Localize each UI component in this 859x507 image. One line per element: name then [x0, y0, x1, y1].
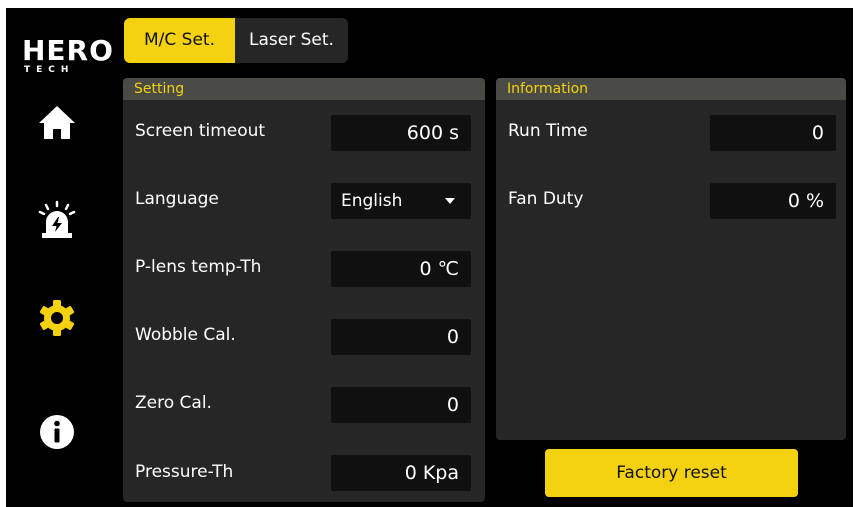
p-lens-temp-label: P-lens temp-Th [135, 257, 262, 277]
language-dropdown[interactable]: English [331, 183, 471, 219]
information-panel-title: Information [496, 78, 846, 100]
wobble-cal-label: Wobble Cal. [135, 325, 236, 345]
tab-laser-set[interactable]: Laser Set. [235, 18, 348, 63]
pressure-th-field[interactable]: 0 Kpa [331, 455, 471, 491]
screen-timeout-field[interactable]: 600 s [331, 115, 471, 151]
screen-timeout-label: Screen timeout [135, 121, 266, 141]
run-time-value: 0 [710, 115, 836, 151]
p-lens-temp-field[interactable]: 0 ℃ [331, 251, 471, 287]
fan-duty-value: 0 % [710, 183, 836, 219]
language-selected-value: English [341, 191, 403, 211]
alarm-icon[interactable] [37, 200, 77, 240]
factory-reset-button[interactable]: Factory reset [545, 449, 798, 497]
tab-mc-set[interactable]: M/C Set. [124, 18, 235, 63]
pressure-th-label: Pressure-Th [135, 462, 234, 482]
wobble-cal-field[interactable]: 0 [331, 319, 471, 355]
setting-panel-title: Setting [123, 78, 485, 100]
information-panel: Information Run Time 0 Fan Duty 0 % [496, 78, 846, 440]
logo-text-hero: HERO [22, 34, 114, 67]
gear-icon[interactable] [37, 298, 77, 338]
info-icon[interactable] [37, 412, 77, 452]
chevron-down-icon [445, 198, 455, 204]
run-time-label: Run Time [508, 121, 588, 141]
language-label: Language [135, 189, 219, 209]
hero-tech-logo: HERO TECH [22, 34, 114, 76]
setting-panel: Setting Screen timeout 600 s Language En… [123, 78, 485, 502]
home-icon[interactable] [37, 103, 77, 143]
zero-cal-field[interactable]: 0 [331, 387, 471, 423]
zero-cal-label: Zero Cal. [135, 393, 212, 413]
fan-duty-label: Fan Duty [508, 189, 584, 209]
